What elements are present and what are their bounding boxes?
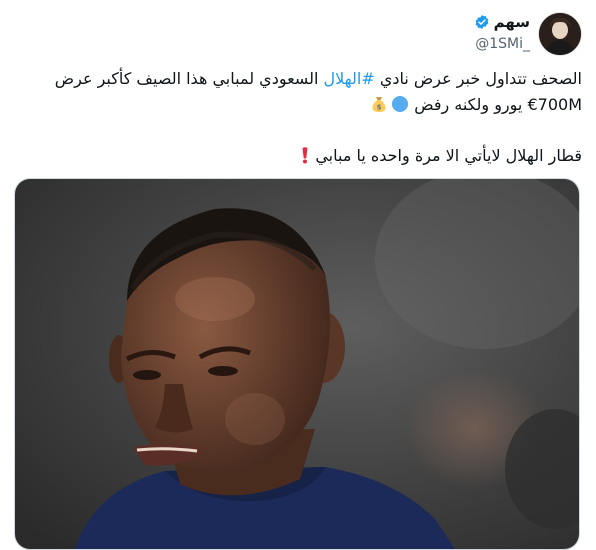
blue-circle-emoji — [391, 95, 409, 121]
author-info: سهم @1SMi_ — [474, 12, 530, 54]
author-avatar[interactable] — [538, 12, 582, 56]
text-segment: الصحف تتداول خبر عرض نادي — [374, 69, 582, 88]
tweet-paragraph-2: قطار الهلال لايأتي الا مرة واحده يا مباب… — [22, 143, 582, 172]
text-segment: €700M يورو ولكنه رفض — [409, 95, 582, 114]
display-name[interactable]: سهم — [494, 12, 530, 32]
text-segment: السعودي لمبابي هذا الصيف كأكبر عرض — [54, 69, 324, 88]
player-photo — [15, 179, 579, 549]
tweet-text: الصحف تتداول خبر عرض نادي #الهلال السعود… — [22, 66, 582, 172]
hashtag-link[interactable]: #الهلال — [323, 69, 374, 88]
red-exclamation-emoji — [300, 146, 310, 172]
tweet-card[interactable]: سهم @1SMi_ الصحف تتداول خبر عرض نادي #ال… — [0, 0, 596, 550]
author-handle[interactable]: @1SMi_ — [474, 34, 530, 54]
money-bag-emoji: $ — [370, 95, 388, 121]
text-segment: قطار الهلال لايأتي الا مرة واحده يا مباب… — [310, 146, 582, 165]
tweet-photo[interactable] — [14, 178, 580, 550]
tweet-paragraph-1: الصحف تتداول خبر عرض نادي #الهلال السعود… — [22, 66, 582, 121]
verified-badge-icon — [474, 14, 490, 30]
svg-text:$: $ — [377, 104, 382, 112]
